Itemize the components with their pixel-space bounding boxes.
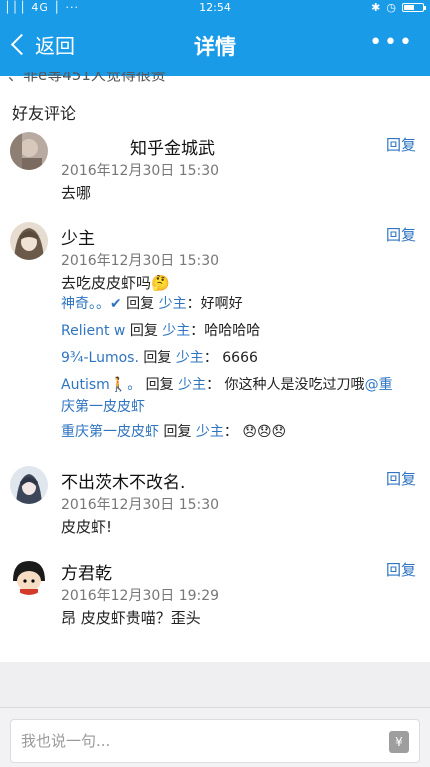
- nav-bar: 返回 详情 •••: [0, 16, 430, 76]
- reply-from[interactable]: Autism🚶。: [61, 377, 141, 393]
- comment-text: 去哪: [61, 184, 92, 202]
- section-title: 好友评论: [12, 104, 77, 123]
- comment-text: 去吃皮皮虾吗🤔: [61, 274, 170, 292]
- reply-text: 你这种人是没吃过刀哦: [220, 377, 365, 393]
- reply-to[interactable]: 少主: [176, 350, 204, 366]
- comment-time: 2016年12月30日 19:29: [61, 588, 220, 604]
- avatar[interactable]: [10, 222, 48, 260]
- reply-button[interactable]: 回复: [386, 559, 416, 580]
- comment-time: 2016年12月30日 15:30: [61, 497, 220, 513]
- reply-from[interactable]: Relient w: [61, 323, 125, 339]
- avatar[interactable]: [10, 557, 48, 595]
- reply-line[interactable]: Relient w 回复 少主：哈哈哈哈: [61, 320, 401, 342]
- reward-icon[interactable]: ¥: [389, 731, 409, 753]
- footer-spacer: [0, 662, 430, 707]
- reply-from[interactable]: 神奇。。✔: [61, 296, 122, 312]
- avatar[interactable]: [10, 466, 48, 504]
- reply-line[interactable]: 重庆第一皮皮虾 回复 少主： 😞😞😞: [61, 421, 401, 443]
- page-title: 详情: [194, 35, 236, 59]
- comment-input[interactable]: [21, 720, 381, 762]
- battery-fill: [404, 5, 414, 10]
- commenter-name[interactable]: 不出茨木不改名.: [61, 468, 185, 493]
- comment-time: 2016年12月30日 15:30: [61, 163, 220, 179]
- reply-text: 哈哈哈哈: [204, 323, 261, 339]
- reply-text: 😞😞😞: [237, 424, 287, 440]
- reply-to[interactable]: 少主: [162, 323, 190, 339]
- status-time: 12:54: [199, 1, 231, 14]
- reply-from[interactable]: 重庆第一皮皮虾: [61, 424, 159, 440]
- reply-to[interactable]: 少主: [178, 377, 206, 393]
- avatar[interactable]: [10, 132, 48, 170]
- reply-line[interactable]: 9¾-Lumos. 回复 少主： 6666: [61, 347, 401, 369]
- reply-from[interactable]: 9¾-Lumos.: [61, 350, 139, 366]
- reply-line[interactable]: Autism🚶。 回复 少主： 你这种人是没吃过刀哦@重庆第一皮皮虾: [61, 374, 401, 418]
- comment-input-bar: ¥: [0, 707, 430, 767]
- commenter-name[interactable]: 方君乾: [61, 559, 112, 584]
- reply-to[interactable]: 少主: [196, 424, 224, 440]
- battery-icon: [402, 3, 426, 12]
- commenter-name[interactable]: 知乎金城武: [130, 134, 215, 159]
- bluetooth-icon: ✱: [371, 1, 381, 14]
- reply-text: 6666: [217, 350, 258, 366]
- commenter-name[interactable]: 少主: [61, 224, 95, 249]
- comment-time: 2016年12月30日 15:30: [61, 253, 220, 269]
- comment-text: 皮皮虾!: [61, 518, 113, 536]
- status-bar: │││ 4G │ ··· 12:54 ✱ ◷: [0, 0, 430, 16]
- reply-text: 好啊好: [200, 296, 243, 312]
- reply-button[interactable]: 回复: [386, 134, 416, 155]
- reply-to[interactable]: 少主: [159, 296, 187, 312]
- cut-off-text: 、非e等451人觉得很贵: [8, 72, 166, 84]
- more-options-icon[interactable]: •••: [369, 30, 414, 55]
- reply-line[interactable]: 神奇。。✔ 回复 少主：好啊好: [61, 293, 401, 315]
- reply-button[interactable]: 回复: [386, 468, 416, 489]
- reply-button[interactable]: 回复: [386, 224, 416, 245]
- alarm-icon: ◷: [386, 1, 396, 14]
- comment-input-box[interactable]: ¥: [10, 719, 420, 763]
- comment-text: 昂 皮皮虾贵喵？歪头: [61, 609, 201, 627]
